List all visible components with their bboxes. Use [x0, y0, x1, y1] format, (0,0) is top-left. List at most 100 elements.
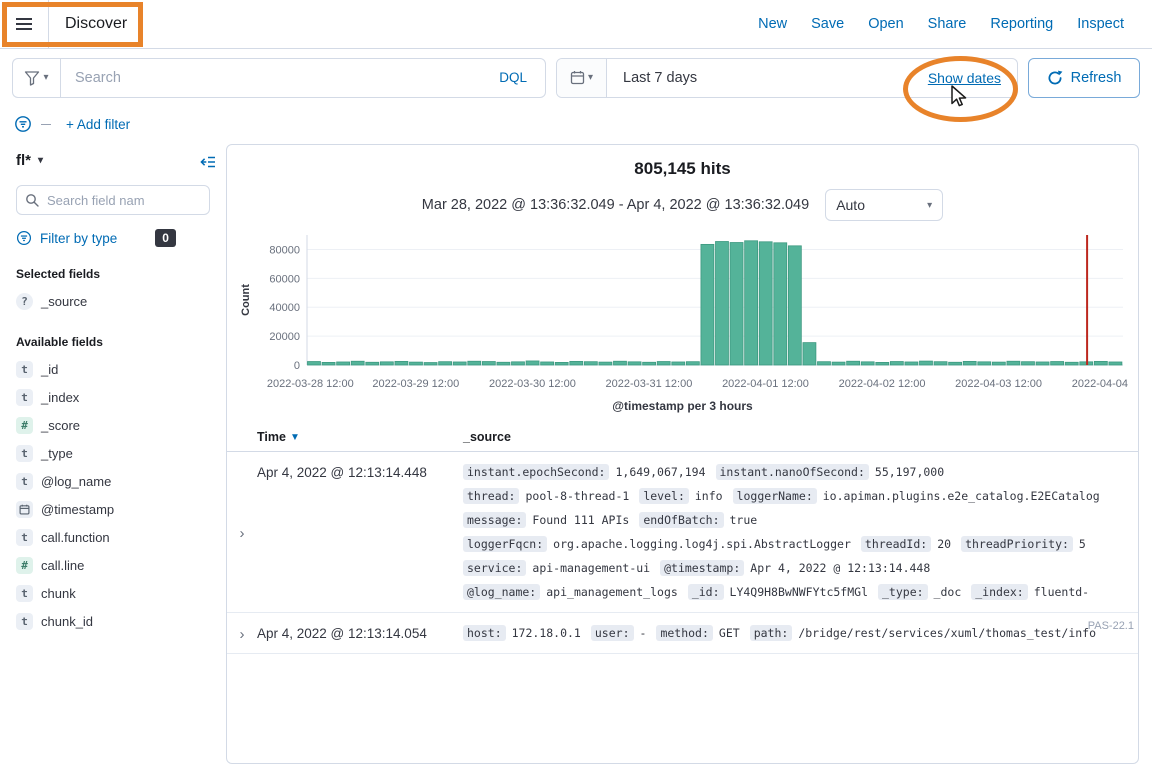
source-column-header: _source: [463, 430, 1138, 444]
histogram-bar[interactable]: [540, 362, 553, 365]
time-range-display[interactable]: Last 7 days: [607, 70, 928, 86]
refresh-button[interactable]: Refresh: [1028, 58, 1140, 98]
histogram-bar[interactable]: [511, 362, 524, 365]
histogram-bar[interactable]: [351, 361, 364, 365]
nav-share[interactable]: Share: [928, 16, 967, 32]
field-name-badge: _id:: [688, 584, 724, 600]
histogram-bar[interactable]: [934, 362, 947, 365]
histogram-bar[interactable]: [1021, 362, 1034, 365]
field-item-_type[interactable]: t_type: [16, 439, 210, 467]
histogram-bar[interactable]: [846, 361, 859, 365]
histogram-bar[interactable]: [1094, 361, 1107, 365]
histogram-bar[interactable]: [569, 361, 582, 365]
histogram-bar[interactable]: [453, 362, 466, 365]
histogram-bar[interactable]: [438, 362, 451, 365]
field-item-_id[interactable]: t_id: [16, 355, 210, 383]
histogram-bar[interactable]: [336, 362, 349, 365]
field-value: info: [695, 489, 723, 503]
histogram-bar[interactable]: [365, 362, 378, 365]
histogram-bar[interactable]: [715, 242, 728, 366]
field-item-call.function[interactable]: tcall.function: [16, 523, 210, 551]
nav-new[interactable]: New: [758, 16, 787, 32]
histogram-bar[interactable]: [394, 361, 407, 365]
filter-type-icon: [16, 230, 32, 246]
show-dates-link[interactable]: Show dates: [928, 70, 1017, 86]
histogram-bar[interactable]: [613, 361, 626, 365]
histogram-bar[interactable]: [686, 362, 699, 365]
nav-inspect[interactable]: Inspect: [1077, 16, 1124, 32]
histogram-bar[interactable]: [1036, 362, 1049, 365]
field-search-input[interactable]: [16, 185, 210, 215]
field-item-chunk[interactable]: tchunk: [16, 579, 210, 607]
nav-reporting[interactable]: Reporting: [990, 16, 1053, 32]
filter-set-icon[interactable]: [14, 115, 32, 133]
histogram-bar[interactable]: [496, 362, 509, 365]
add-filter-button[interactable]: + Add filter: [60, 116, 136, 133]
histogram-bar[interactable]: [628, 362, 641, 365]
field-value-pair: _index:fluentd-: [971, 580, 1089, 604]
histogram-bar[interactable]: [832, 362, 845, 365]
histogram-bar[interactable]: [1050, 362, 1063, 365]
histogram-bar[interactable]: [307, 362, 320, 365]
histogram-bar[interactable]: [963, 361, 976, 365]
histogram-svg[interactable]: 0200004000060000800002022-03-28 12:00202…: [235, 229, 1131, 397]
expand-row-button[interactable]: ›: [227, 617, 257, 645]
histogram-bar[interactable]: [890, 362, 903, 365]
histogram-bar[interactable]: [671, 362, 684, 365]
histogram-bar[interactable]: [730, 243, 743, 365]
field-item-call.line[interactable]: #call.line: [16, 551, 210, 579]
histogram-bar[interactable]: [1108, 362, 1121, 365]
field-value: Found 111 APIs: [532, 513, 629, 527]
histogram-bar[interactable]: [598, 362, 611, 365]
histogram-bar[interactable]: [861, 362, 874, 365]
histogram-bar[interactable]: [467, 361, 480, 365]
histogram-bar[interactable]: [526, 361, 539, 365]
field-item-@timestamp[interactable]: @timestamp: [16, 495, 210, 523]
histogram-bar[interactable]: [919, 361, 932, 365]
histogram-bar[interactable]: [1006, 361, 1019, 365]
histogram-bar[interactable]: [759, 242, 772, 365]
time-column-header[interactable]: Time ▼: [257, 430, 463, 444]
field-item-chunk_id[interactable]: tchunk_id: [16, 607, 210, 635]
collapse-sidebar-button[interactable]: [200, 154, 216, 173]
field-item-_score[interactable]: #_score: [16, 411, 210, 439]
nav-open[interactable]: Open: [868, 16, 903, 32]
field-name-badge: _type:: [878, 584, 928, 600]
histogram-bar[interactable]: [642, 362, 655, 365]
histogram-bar[interactable]: [744, 241, 757, 365]
field-item-_index[interactable]: t_index: [16, 383, 210, 411]
saved-query-button[interactable]: ▾: [12, 58, 60, 98]
nav-save[interactable]: Save: [811, 16, 844, 32]
histogram-bar[interactable]: [773, 243, 786, 365]
expand-row-button[interactable]: ›: [227, 456, 257, 604]
histogram-bar[interactable]: [555, 362, 568, 365]
query-language-button[interactable]: DQL: [493, 69, 533, 86]
histogram-bar[interactable]: [904, 362, 917, 365]
filter-by-type-button[interactable]: Filter by type 0: [16, 229, 176, 247]
histogram-bar[interactable]: [977, 362, 990, 365]
histogram-bar[interactable]: [584, 362, 597, 365]
histogram-bar[interactable]: [424, 363, 437, 365]
menu-hamburger-button[interactable]: [0, 0, 49, 48]
index-pattern-selector[interactable]: fl* ▾: [16, 152, 210, 169]
field-item-@log_name[interactable]: t@log_name: [16, 467, 210, 495]
histogram-bar[interactable]: [482, 362, 495, 365]
histogram-bar[interactable]: [875, 362, 888, 365]
search-input[interactable]: [73, 69, 493, 87]
calendar-button[interactable]: ▾: [557, 59, 607, 97]
histogram-bar[interactable]: [788, 246, 801, 365]
histogram-bar[interactable]: [948, 362, 961, 365]
interval-select[interactable]: Auto ▾: [825, 189, 943, 221]
time-cell: Apr 4, 2022 @ 12:13:14.448: [257, 456, 463, 604]
field-item-_source[interactable]: ?_source: [16, 287, 210, 315]
histogram-bar[interactable]: [409, 362, 422, 365]
histogram-bar[interactable]: [380, 362, 393, 365]
histogram-bar[interactable]: [322, 362, 335, 365]
histogram-bar[interactable]: [1065, 362, 1078, 365]
histogram-bar[interactable]: [817, 362, 830, 365]
histogram-bar[interactable]: [992, 362, 1005, 365]
histogram-bar[interactable]: [657, 362, 670, 365]
histogram-bar[interactable]: [802, 343, 815, 365]
index-pattern-label: fl*: [16, 152, 31, 169]
histogram-bar[interactable]: [700, 244, 713, 365]
